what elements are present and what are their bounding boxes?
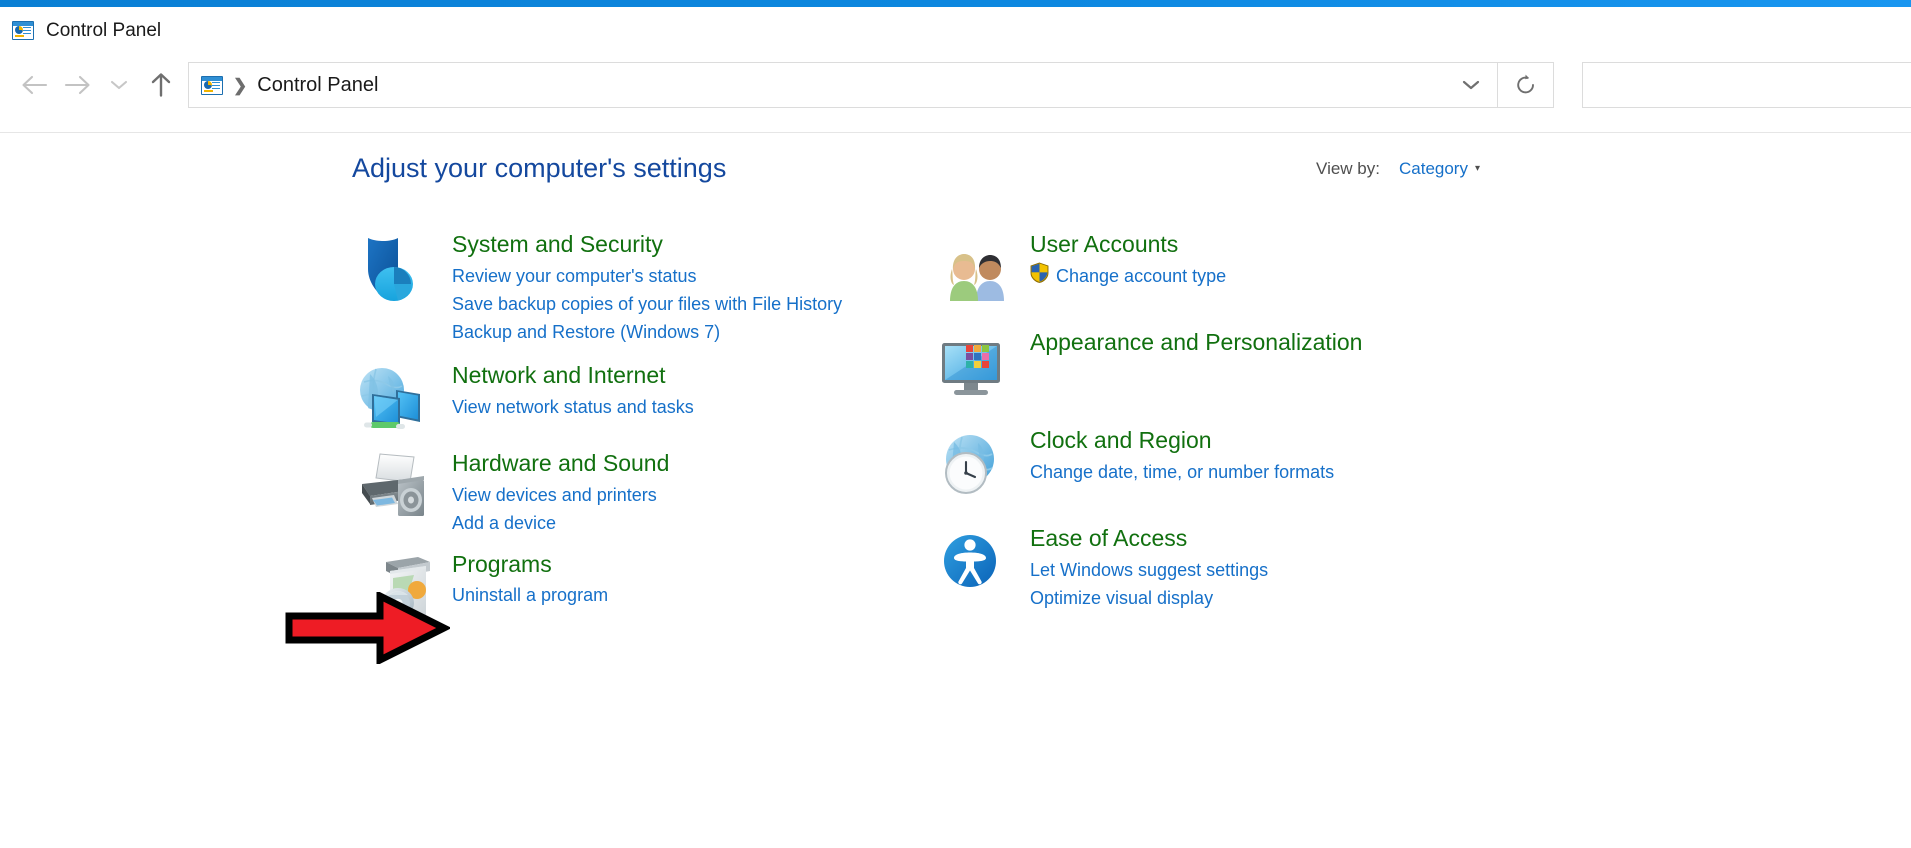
category-body: Ease of Access Let Windows suggest setti… [1030,523,1268,612]
category-links: View devices and printers Add a device [452,481,669,537]
category-title[interactable]: Ease of Access [1030,525,1268,552]
uac-shield-icon [1030,262,1049,291]
link-change-account-type-row[interactable]: Change account type [1030,262,1226,291]
link-backup-and-restore-windows-7[interactable]: Backup and Restore (Windows 7) [452,318,842,346]
link-let-windows-suggest-settings[interactable]: Let Windows suggest settings [1030,556,1268,584]
chevron-down-icon[interactable]: ▾ [1475,163,1480,174]
window-accent-strip [0,0,1911,7]
address-dropdown-button[interactable] [1445,63,1497,107]
category-title[interactable]: Programs [452,551,608,578]
category-title[interactable]: Clock and Region [1030,427,1334,454]
link-optimize-visual-display[interactable]: Optimize visual display [1030,584,1268,612]
link-uninstall-a-program[interactable]: Uninstall a program [452,581,608,609]
breadcrumb-control-panel[interactable]: Control Panel [257,74,378,97]
window-title: Control Panel [46,19,162,41]
address-bar[interactable]: ❯ Control Panel [188,62,1498,108]
category-body: User Accounts Change account type [1030,229,1226,291]
category-body: Appearance and Personalization [1030,327,1362,360]
control-panel-icon [12,21,34,40]
category-links: Let Windows suggest settings Optimize vi… [1030,556,1268,612]
shield-pie-icon [346,229,442,305]
category-body: Programs Uninstall a program [452,549,608,610]
category-links: Uninstall a program [452,581,608,609]
globe-clock-icon [924,425,1020,501]
address-root-icon [201,75,223,95]
monitor-palette-icon [924,327,1020,403]
two-users-icon [924,229,1020,305]
category-body: Network and Internet View network status… [452,360,694,421]
link-add-a-device[interactable]: Add a device [452,509,669,537]
category-appearance-and-personalization[interactable]: Appearance and Personalization [924,327,1544,403]
category-ease-of-access[interactable]: Ease of Access Let Windows suggest setti… [924,523,1544,612]
search-input[interactable] [1582,62,1911,108]
category-links: Change account type [1030,262,1226,291]
category-column-right: User Accounts Change account type Appear… [924,229,1544,630]
up-button[interactable] [140,61,182,109]
category-column-left: System and Security Review your computer… [346,229,906,643]
category-clock-and-region[interactable]: Clock and Region Change date, time, or n… [924,425,1544,501]
category-body: Hardware and Sound View devices and prin… [452,448,669,537]
category-links: View network status and tasks [452,393,694,421]
link-change-date-time-or-number-formats[interactable]: Change date, time, or number formats [1030,458,1334,486]
category-hardware-and-sound[interactable]: Hardware and Sound View devices and prin… [346,448,906,537]
link-view-devices-and-printers[interactable]: View devices and printers [452,481,669,509]
view-by-label: View by: [1316,159,1380,178]
refresh-icon [1516,74,1534,94]
category-links: Review your computer's status Save backu… [452,262,842,346]
globe-monitors-icon [346,360,442,436]
category-links: Change date, time, or number formats [1030,458,1334,486]
category-title[interactable]: Hardware and Sound [452,450,669,477]
category-body: System and Security Review your computer… [452,229,842,346]
link-save-backup-copies-file-history[interactable]: Save backup copies of your files with Fi… [452,290,842,318]
forward-button[interactable] [56,61,98,109]
category-body: Clock and Region Change date, time, or n… [1030,425,1334,486]
refresh-button[interactable] [1498,62,1554,108]
category-system-and-security[interactable]: System and Security Review your computer… [346,229,906,346]
title-bar: Control Panel [0,7,1911,54]
link-change-account-type[interactable]: Change account type [1056,262,1226,290]
back-button[interactable] [14,61,56,109]
view-by-control: View by: Category ▾ [1316,159,1480,179]
ease-of-access-icon [924,523,1020,599]
link-review-your-computers-status[interactable]: Review your computer's status [452,262,842,290]
category-user-accounts[interactable]: User Accounts Change account type [924,229,1544,305]
link-view-network-status-and-tasks[interactable]: View network status and tasks [452,393,694,421]
navigation-toolbar: ❯ Control Panel [0,54,1911,116]
breadcrumb-separator-icon: ❯ [233,75,248,95]
category-title[interactable]: User Accounts [1030,231,1226,258]
category-title[interactable]: Appearance and Personalization [1030,329,1362,356]
category-title[interactable]: System and Security [452,231,842,258]
category-network-and-internet[interactable]: Network and Internet View network status… [346,360,906,436]
printer-speaker-icon [346,448,442,524]
recent-locations-button[interactable] [98,61,140,109]
page-title: Adjust your computer's settings [352,153,727,183]
view-by-value[interactable]: Category [1399,159,1468,179]
control-panel-content: Adjust your computer's settings View by:… [0,133,1911,848]
red-right-arrow-annotation [284,590,452,666]
category-title[interactable]: Network and Internet [452,362,694,389]
